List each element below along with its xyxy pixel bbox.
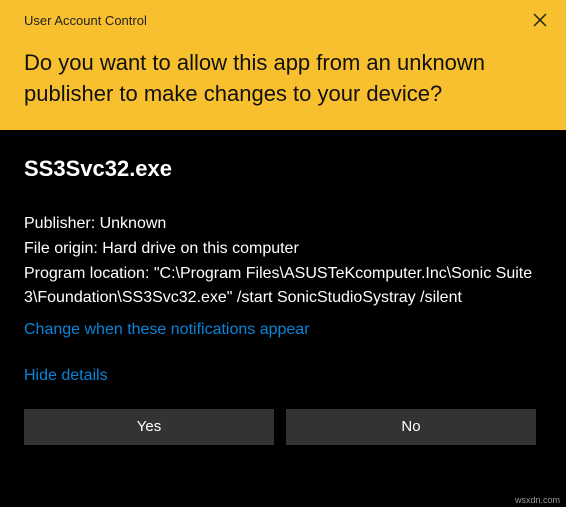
titlebar: User Account Control [24,6,554,48]
uac-dialog: User Account Control Do you want to allo… [0,0,566,507]
origin-row: File origin: Hard drive on this computer [24,237,542,261]
watermark: wsxdn.com [515,495,560,505]
publisher-row: Publisher: Unknown [24,212,542,236]
publisher-value: Unknown [100,215,167,232]
origin-value: Hard drive on this computer [102,240,299,257]
no-button[interactable]: No [286,409,536,445]
window-title: User Account Control [24,13,147,28]
details-block: Publisher: Unknown File origin: Hard dri… [24,212,542,311]
prompt-question: Do you want to allow this app from an un… [24,48,554,110]
button-row: Yes No [24,409,542,445]
hide-details-link[interactable]: Hide details [24,367,542,385]
close-button[interactable] [526,6,554,34]
location-row: Program location: "C:\Program Files\ASUS… [24,262,542,310]
body-panel: SS3Svc32.exe Publisher: Unknown File ori… [0,130,566,507]
header-panel: User Account Control Do you want to allo… [0,0,566,130]
publisher-label: Publisher: [24,215,100,232]
close-icon [533,13,547,27]
origin-label: File origin: [24,240,102,257]
location-label: Program location: [24,265,154,282]
app-name: SS3Svc32.exe [24,156,542,182]
change-notifications-link[interactable]: Change when these notifications appear [24,321,542,339]
yes-button[interactable]: Yes [24,409,274,445]
